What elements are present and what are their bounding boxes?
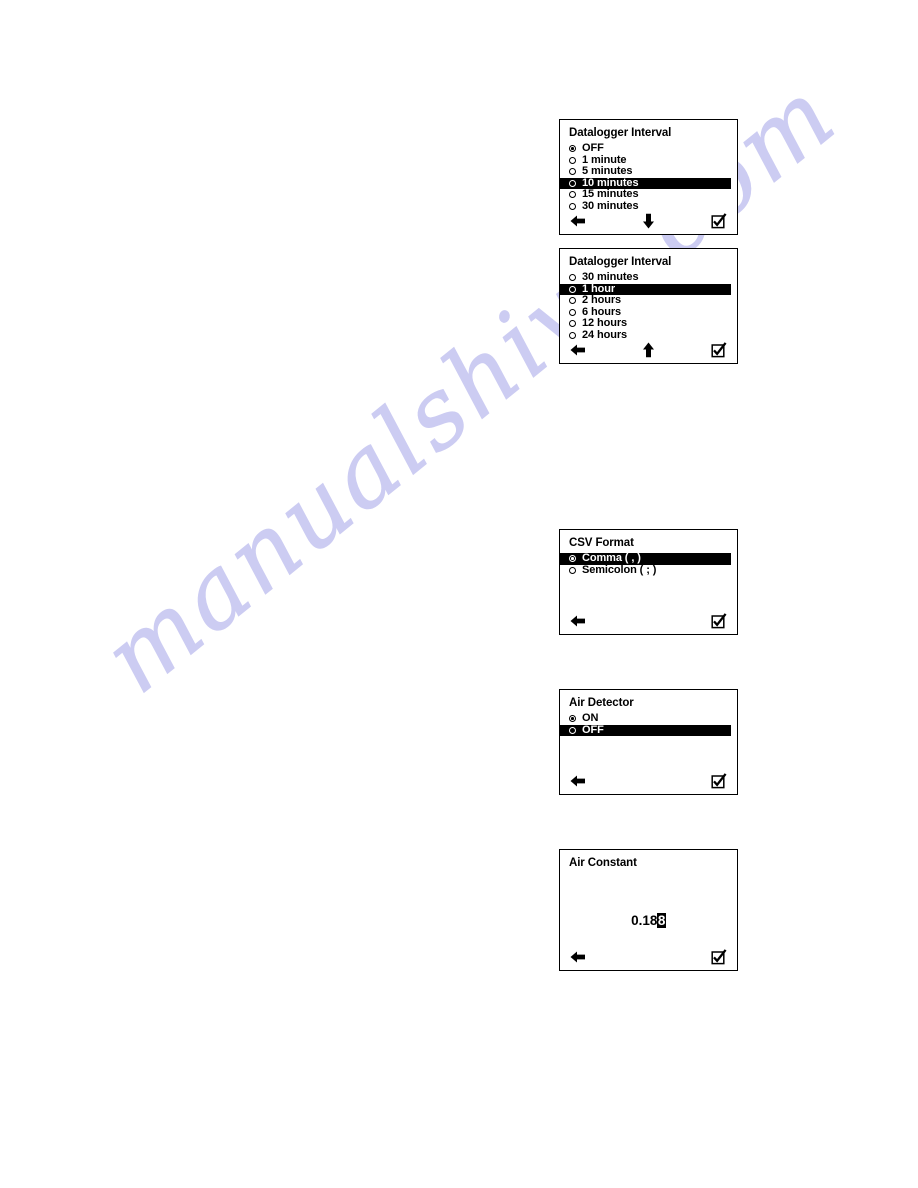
- option-list: 30 minutes 1 hour 2 hours 6 hours 12 hou…: [560, 272, 737, 341]
- softkey-bar: [560, 612, 737, 630]
- option-label: Semicolon ( ; ): [582, 563, 657, 576]
- scroll-up-button[interactable]: [640, 341, 658, 359]
- option-row-24-hours[interactable]: 24 hours: [560, 328, 737, 342]
- checkbox-checked-icon: [711, 613, 727, 629]
- value-prefix: 0.18: [631, 913, 658, 928]
- screen-title: Air Constant: [569, 857, 637, 869]
- option-label: 30 minutes: [582, 271, 639, 284]
- radio-button-icon: [569, 308, 576, 316]
- radio-button-icon: [569, 320, 576, 328]
- softkey-bar: [560, 772, 737, 790]
- back-button[interactable]: [569, 948, 587, 966]
- confirm-button[interactable]: [710, 772, 728, 790]
- arrow-up-icon: [643, 342, 654, 358]
- lcd-screen-csv-format: CSV Format Comma ( , ) Semicolon ( ; ): [559, 529, 738, 635]
- radio-button-icon: [569, 191, 576, 199]
- radio-button-icon: [569, 168, 576, 176]
- screen-title: Datalogger Interval: [569, 127, 672, 139]
- page-watermark: manualshive.com: [0, 0, 918, 1188]
- confirm-button[interactable]: [710, 948, 728, 966]
- option-label: 1 hour: [582, 282, 616, 295]
- option-label: 24 hours: [582, 328, 628, 341]
- option-row-12-hours[interactable]: 12 hours: [560, 318, 737, 330]
- radio-button-icon: [569, 331, 576, 339]
- option-row-comma[interactable]: Comma ( , ): [560, 553, 731, 565]
- back-button[interactable]: [569, 612, 587, 630]
- back-button[interactable]: [569, 772, 587, 790]
- arrow-left-icon: [570, 951, 585, 963]
- option-label: OFF: [582, 142, 604, 155]
- option-label: 30 minutes: [582, 199, 639, 212]
- option-label: ON: [582, 712, 599, 725]
- arrow-down-icon: [643, 213, 654, 229]
- screen-title: Datalogger Interval: [569, 256, 672, 268]
- checkbox-checked-icon: [711, 213, 727, 229]
- lcd-screen-datalogger-interval-page1: Datalogger Interval OFF 1 minute 5 minut…: [559, 119, 738, 235]
- radio-button-icon: [569, 297, 576, 305]
- option-label: 6 hours: [582, 305, 622, 318]
- arrow-left-icon: [570, 775, 585, 787]
- radio-button-icon: [569, 285, 576, 293]
- checkbox-checked-icon: [711, 949, 727, 965]
- option-label: 1 minute: [582, 153, 627, 166]
- radio-button-icon: [569, 202, 576, 210]
- radio-button-icon: [569, 179, 576, 187]
- lcd-screen-air-detector: Air Detector ON OFF: [559, 689, 738, 795]
- option-label: Comma ( , ): [582, 552, 641, 565]
- option-row-2-hours[interactable]: 2 hours: [560, 295, 737, 307]
- lcd-screen-datalogger-interval-page2: Datalogger Interval 30 minutes 1 hour 2 …: [559, 248, 738, 364]
- confirm-button[interactable]: [710, 341, 728, 359]
- checkbox-checked-icon: [711, 342, 727, 358]
- option-row-30-minutes[interactable]: 30 minutes: [560, 272, 737, 284]
- option-row-5-minutes[interactable]: 5 minutes: [560, 166, 737, 178]
- option-row-on[interactable]: ON: [560, 713, 737, 725]
- option-label: 10 minutes: [582, 176, 639, 189]
- radio-button-icon: [569, 156, 576, 164]
- softkey-bar: [560, 212, 737, 230]
- option-row-15-minutes[interactable]: 15 minutes: [560, 189, 737, 201]
- option-label: 2 hours: [582, 294, 622, 307]
- confirm-button[interactable]: [710, 212, 728, 230]
- option-list: Comma ( , ) Semicolon ( ; ): [560, 553, 737, 576]
- back-button[interactable]: [569, 212, 587, 230]
- radio-button-icon: [569, 145, 576, 153]
- option-row-off[interactable]: OFF: [560, 143, 737, 155]
- option-row-off[interactable]: OFF: [560, 723, 731, 736]
- option-row-30-minutes[interactable]: 30 minutes: [560, 199, 737, 213]
- option-label: OFF: [582, 723, 604, 736]
- option-label: 5 minutes: [582, 165, 633, 178]
- option-row-semicolon[interactable]: Semicolon ( ; ): [560, 563, 737, 577]
- radio-button-icon: [569, 555, 576, 563]
- option-label: 12 hours: [582, 317, 628, 330]
- screen-title: CSV Format: [569, 537, 634, 549]
- value-cursor-digit[interactable]: 8: [657, 913, 666, 928]
- softkey-bar: [560, 341, 737, 359]
- radio-button-icon: [569, 274, 576, 282]
- option-label: 15 minutes: [582, 188, 639, 201]
- arrow-left-icon: [570, 344, 585, 356]
- screen-title: Air Detector: [569, 697, 634, 709]
- radio-button-icon: [569, 566, 576, 574]
- lcd-screen-air-constant: Air Constant 0.188: [559, 849, 738, 971]
- arrow-left-icon: [570, 215, 585, 227]
- confirm-button[interactable]: [710, 612, 728, 630]
- checkbox-checked-icon: [711, 773, 727, 789]
- softkey-bar: [560, 948, 737, 966]
- scroll-down-button[interactable]: [640, 212, 658, 230]
- option-list: ON OFF: [560, 713, 737, 736]
- option-list: OFF 1 minute 5 minutes 10 minutes 15 min…: [560, 143, 737, 212]
- radio-button-icon: [569, 726, 576, 734]
- watermark-text: manualshive.com: [82, 57, 858, 715]
- air-constant-value[interactable]: 0.188: [560, 913, 737, 928]
- back-button[interactable]: [569, 341, 587, 359]
- radio-button-icon: [569, 715, 576, 723]
- arrow-left-icon: [570, 615, 585, 627]
